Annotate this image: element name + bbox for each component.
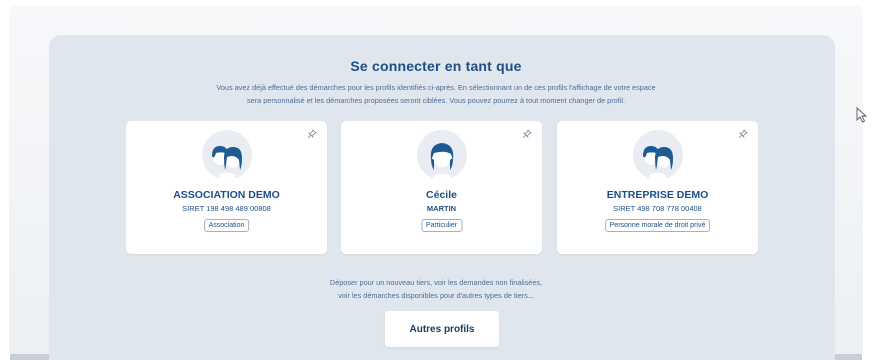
profile-card-association[interactable]: ASSOCIATION DEMO SIRET 198 498 489 00808… <box>126 121 327 254</box>
profile-name: Cécile <box>426 189 457 201</box>
intro-line-1: Vous avez déjà effectué des démarches po… <box>216 83 656 92</box>
description-line-2: voir les démarches disponibles pour d'au… <box>338 291 534 300</box>
pin-icon[interactable] <box>522 129 532 139</box>
page-title: Se connecter en tant que <box>350 58 522 74</box>
profile-surname: MARTIN <box>426 204 457 213</box>
profile-card-entreprise[interactable]: ENTREPRISE DEMO SIRET 498 708 778 00408 … <box>557 121 758 254</box>
other-profiles-description: Déposer pour un nouveau tiers, voir les … <box>250 276 622 302</box>
intro-line-2: sera personnalisé et les démarches propo… <box>246 96 626 105</box>
other-profiles-button[interactable]: Autres profils <box>385 311 499 347</box>
description-line-1: Déposer pour un nouveau tiers, voir les … <box>329 278 543 287</box>
profile-siret: SIRET 198 498 489 00808 <box>182 204 271 213</box>
profile-card-cecile[interactable]: Cécile MARTIN Particulier <box>341 121 542 254</box>
profile-name: ENTREPRISE DEMO <box>606 189 709 201</box>
pin-icon[interactable] <box>307 129 317 139</box>
profile-siret: SIRET 498 708 778 00408 <box>613 204 702 213</box>
profile-name: ASSOCIATION DEMO <box>173 189 280 201</box>
group-avatar-icon <box>201 130 252 180</box>
profile-type-badge: Personne morale de droit privé <box>604 219 711 232</box>
intro-text: Vous avez déjà effectué des démarches po… <box>150 81 722 107</box>
profile-type-badge: Particulier <box>420 219 463 232</box>
person-avatar-icon <box>416 130 467 180</box>
group-avatar-icon <box>632 130 683 180</box>
pin-icon[interactable] <box>738 129 748 139</box>
profile-type-badge: Association <box>203 219 250 232</box>
mouse-cursor-icon <box>856 107 868 123</box>
